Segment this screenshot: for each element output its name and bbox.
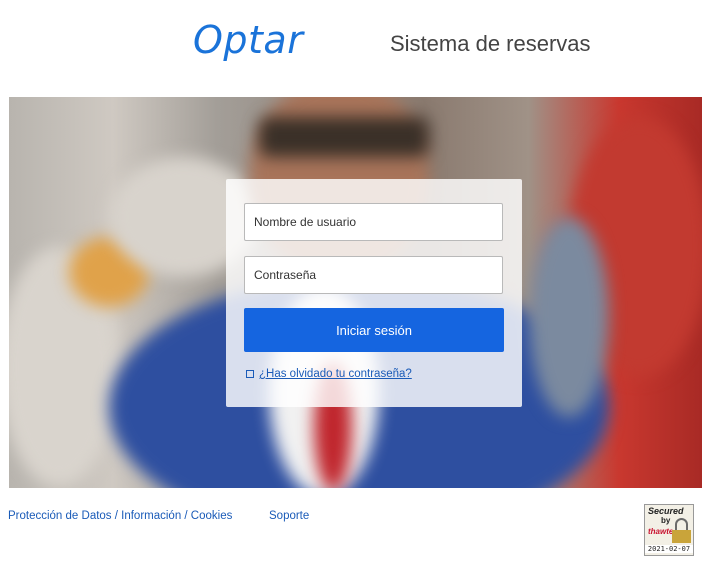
seal-line1: Secured bbox=[648, 506, 684, 516]
lock-body bbox=[672, 530, 691, 543]
username-field[interactable] bbox=[244, 203, 503, 241]
header: Optar Sistema de reservas bbox=[0, 0, 702, 96]
password-field[interactable] bbox=[244, 256, 503, 294]
security-seal[interactable]: Secured by thawte 2021-02-07 bbox=[644, 504, 694, 556]
login-button[interactable]: Iniciar sesión bbox=[244, 308, 504, 352]
login-card: Iniciar sesión ¿Has olvidado tu contrase… bbox=[226, 179, 522, 407]
seal-date: 2021-02-07 bbox=[645, 545, 693, 553]
forgot-password-link[interactable]: ¿Has olvidado tu contraseña? bbox=[259, 368, 412, 380]
privacy-cookies-link[interactable]: Protección de Datos / Información / Cook… bbox=[8, 510, 232, 522]
support-link[interactable]: Soporte bbox=[269, 510, 309, 522]
forgot-password-link-wrapper[interactable]: ¿Has olvidado tu contraseña? bbox=[246, 368, 412, 380]
arrow-box-icon bbox=[246, 370, 254, 378]
app-title: Sistema de reservas bbox=[390, 31, 591, 56]
seal-line2: by bbox=[661, 516, 671, 525]
seal-line3: thawte bbox=[648, 527, 674, 536]
optar-logo[interactable]: Optar bbox=[193, 18, 303, 62]
